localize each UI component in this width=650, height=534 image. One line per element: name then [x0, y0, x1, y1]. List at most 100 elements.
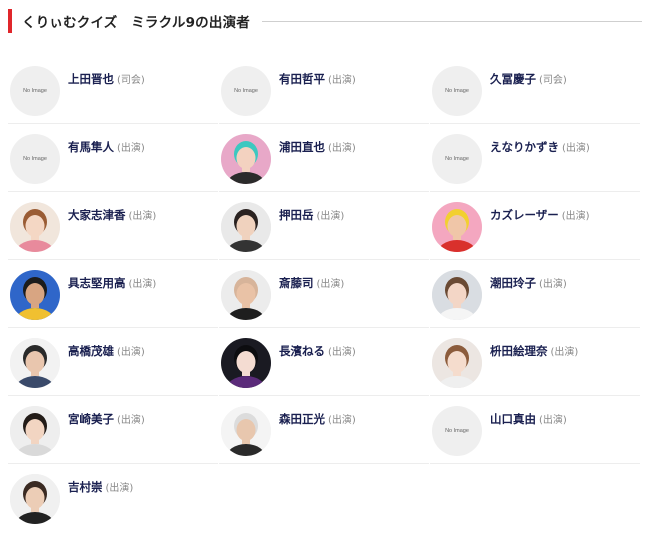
cast-name-link[interactable]: 具志堅用高 — [68, 276, 126, 290]
portrait-face — [236, 351, 256, 373]
cast-name-link[interactable]: 上田晋也 — [68, 72, 114, 86]
cast-member-11[interactable]: 斎藤司 (出演) — [219, 260, 429, 328]
cast-name-link[interactable]: 潮田玲子 — [490, 276, 536, 290]
portrait-photo — [10, 474, 60, 524]
cast-grid: No Image 上田晋也 (司会) No Image 有田哲平 (出演) No Image… — [8, 56, 642, 532]
portrait-face — [447, 283, 467, 305]
cast-member-15[interactable]: 枡田絵理奈 (出演) — [430, 328, 640, 396]
no-image-placeholder: No Image — [23, 88, 47, 94]
cast-member-2[interactable]: No Image 有田哲平 (出演) — [219, 56, 429, 124]
cast-name-line: 潮田玲子 (出演) — [490, 272, 567, 291]
cast-avatar[interactable] — [10, 338, 60, 388]
cast-role: (出演) — [117, 143, 145, 154]
cast-member-17[interactable]: 森田正光 (出演) — [219, 396, 429, 464]
cast-avatar[interactable] — [221, 338, 271, 388]
cast-avatar[interactable] — [10, 270, 60, 320]
cast-role: (出演) — [562, 143, 590, 154]
cast-member-7[interactable]: 大家志津香 (出演) — [8, 192, 218, 260]
portrait-photo — [432, 202, 482, 252]
cast-member-10[interactable]: 具志堅用高 (出演) — [8, 260, 218, 328]
cast-avatar[interactable] — [10, 202, 60, 252]
cast-member-13[interactable]: 高橋茂雄 (出演) — [8, 328, 218, 396]
cast-avatar[interactable] — [10, 406, 60, 456]
cast-name-link[interactable]: 吉村崇 — [68, 480, 103, 494]
cast-avatar[interactable]: No Image — [432, 134, 482, 184]
cast-name-link[interactable]: 枡田絵理奈 — [490, 344, 548, 358]
cast-role: (出演) — [328, 143, 356, 154]
cast-name-link[interactable]: 有田哲平 — [279, 72, 325, 86]
cast-name-link[interactable]: 大家志津香 — [68, 208, 126, 222]
cast-name-link[interactable]: 押田岳 — [279, 208, 314, 222]
portrait-photo — [10, 202, 60, 252]
cast-avatar[interactable] — [221, 134, 271, 184]
cast-name-line: 久冨慶子 (司会) — [490, 68, 567, 87]
cast-name-line: 上田晋也 (司会) — [68, 68, 145, 87]
cast-role: (司会) — [117, 75, 145, 86]
cast-member-5[interactable]: 浦田直也 (出演) — [219, 124, 429, 192]
cast-avatar[interactable] — [221, 202, 271, 252]
cast-avatar[interactable] — [10, 474, 60, 524]
cast-avatar[interactable] — [432, 338, 482, 388]
cast-name-link[interactable]: 斎藤司 — [279, 276, 314, 290]
section-accent-bar — [8, 9, 12, 33]
cast-name-line: 山口真由 (出演) — [490, 408, 567, 427]
cast-member-8[interactable]: 押田岳 (出演) — [219, 192, 429, 260]
cast-avatar[interactable] — [221, 270, 271, 320]
cast-role: (出演) — [128, 279, 157, 290]
cast-avatar[interactable]: No Image — [10, 66, 60, 116]
cast-member-1[interactable]: No Image 上田晋也 (司会) — [8, 56, 218, 124]
cast-avatar[interactable]: No Image — [10, 134, 60, 184]
cast-name-link[interactable]: 山口真由 — [490, 412, 536, 426]
portrait-face — [447, 351, 467, 373]
cast-name-link[interactable]: 有馬隼人 — [68, 140, 114, 154]
cast-member-16[interactable]: 宮崎美子 (出演) — [8, 396, 218, 464]
cast-role: (出演) — [105, 483, 134, 494]
cast-role: (出演) — [316, 211, 345, 222]
cast-role: (出演) — [539, 415, 567, 426]
cast-member-9[interactable]: カズレーザー (出演) — [430, 192, 640, 260]
cast-name-link[interactable]: 森田正光 — [279, 412, 325, 426]
cast-avatar[interactable] — [221, 406, 271, 456]
no-image-placeholder: No Image — [445, 428, 469, 434]
portrait-photo — [10, 406, 60, 456]
cast-name-link[interactable]: 宮崎美子 — [68, 412, 114, 426]
cast-role: (出演) — [539, 279, 567, 290]
cast-name-link[interactable]: 高橋茂雄 — [68, 344, 114, 358]
cast-name-link[interactable]: 浦田直也 — [279, 140, 325, 154]
cast-name-line: 枡田絵理奈 (出演) — [490, 340, 578, 359]
cast-avatar[interactable] — [432, 202, 482, 252]
cast-role: (出演) — [328, 347, 356, 358]
cast-name-line: 斎藤司 (出演) — [279, 272, 344, 291]
cast-avatar[interactable]: No Image — [432, 66, 482, 116]
cast-name-link[interactable]: 久冨慶子 — [490, 72, 536, 86]
cast-name-link[interactable]: 長濱ねる — [279, 344, 325, 358]
portrait-face — [25, 215, 45, 237]
cast-name-line: 宮崎美子 (出演) — [68, 408, 145, 427]
portrait-face — [25, 419, 45, 441]
section-divider — [261, 20, 642, 22]
cast-avatar[interactable]: No Image — [432, 406, 482, 456]
cast-name-link[interactable]: カズレーザー — [490, 208, 559, 222]
cast-name-line: 具志堅用高 (出演) — [68, 272, 156, 291]
cast-member-6[interactable]: No Image えなりかずき (出演) — [430, 124, 640, 192]
cast-avatar[interactable]: No Image — [221, 66, 271, 116]
cast-name-line: 高橋茂雄 (出演) — [68, 340, 145, 359]
portrait-face — [25, 487, 45, 509]
portrait-photo — [432, 338, 482, 388]
portrait-photo — [432, 270, 482, 320]
portrait-photo — [221, 134, 271, 184]
portrait-photo — [10, 270, 60, 320]
section-title: くりぃむクイズ ミラクル9の出演者 — [22, 15, 250, 31]
cast-member-4[interactable]: No Image 有馬隼人 (出演) — [8, 124, 218, 192]
cast-member-3[interactable]: No Image 久冨慶子 (司会) — [430, 56, 640, 124]
cast-member-18[interactable]: No Image 山口真由 (出演) — [430, 396, 640, 464]
cast-role: (出演) — [117, 347, 145, 358]
cast-member-19[interactable]: 吉村崇 (出演) — [8, 464, 218, 532]
cast-avatar[interactable] — [432, 270, 482, 320]
cast-member-12[interactable]: 潮田玲子 (出演) — [430, 260, 640, 328]
portrait-face — [236, 147, 256, 169]
cast-role: (出演) — [117, 415, 145, 426]
cast-member-14[interactable]: 長濱ねる (出演) — [219, 328, 429, 396]
cast-name-link[interactable]: えなりかずき — [490, 140, 559, 154]
portrait-photo — [221, 338, 271, 388]
